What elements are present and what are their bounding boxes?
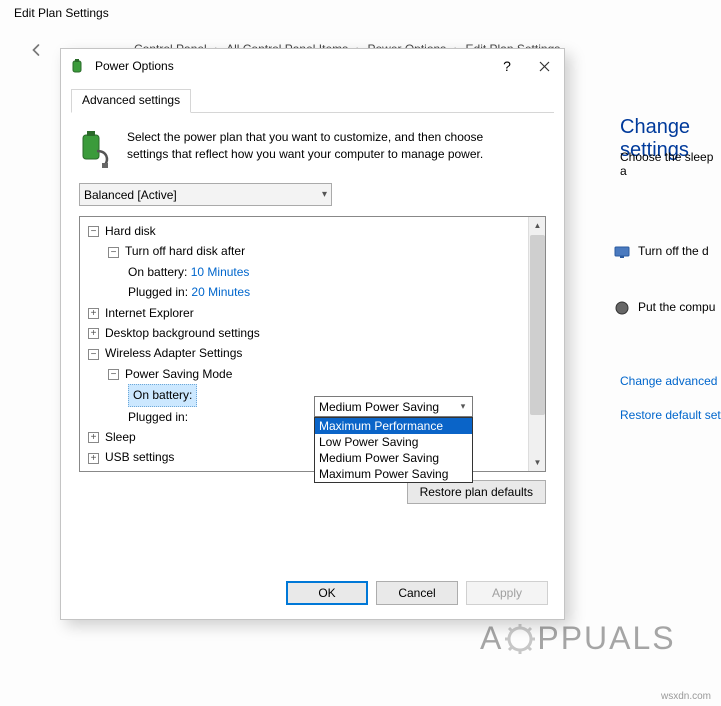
tree-label: Hard disk (105, 224, 156, 238)
setting-row-display: Turn off the d (638, 244, 709, 258)
cancel-button[interactable]: Cancel (376, 581, 458, 605)
restore-defaults-link[interactable]: Restore default set (620, 408, 721, 422)
dropdown-value: Medium Power Saving (319, 400, 439, 414)
tree-value-on-battery[interactable]: On battery: 10 Minutes (84, 262, 524, 282)
expand-icon[interactable]: + (88, 453, 99, 464)
gear-icon (503, 622, 537, 656)
tab-strip: Advanced settings (71, 89, 554, 113)
change-advanced-link[interactable]: Change advanced (620, 374, 717, 388)
plan-select[interactable]: Balanced [Active] ▾ (79, 183, 332, 206)
close-button[interactable] (524, 52, 564, 80)
intro-text: Select the power plan that you want to c… (127, 129, 487, 169)
arrow-left-icon (26, 40, 46, 60)
plan-select-value: Balanced [Active] (84, 188, 177, 202)
tree-label: Internet Explorer (105, 306, 194, 320)
value-label: On battery: (128, 265, 187, 279)
apply-button: Apply (466, 581, 548, 605)
dialog-titlebar[interactable]: Power Options ? (61, 49, 564, 83)
tree-label: Wireless Adapter Settings (105, 346, 242, 360)
display-icon (614, 244, 630, 260)
tree-label: Desktop background settings (105, 326, 260, 340)
watermark: A PPUALS (480, 620, 676, 657)
tree-node-desktop-bg[interactable]: + Desktop background settings (84, 323, 524, 343)
collapse-icon[interactable]: − (88, 349, 99, 360)
psm-dropdown-list[interactable]: Maximum Performance Low Power Saving Med… (314, 417, 473, 483)
ok-button[interactable]: OK (286, 581, 368, 605)
restore-defaults-button[interactable]: Restore plan defaults (407, 480, 546, 504)
battery-plug-icon (79, 129, 113, 169)
expand-icon[interactable]: + (88, 308, 99, 319)
source-watermark: wsxdn.com (661, 691, 711, 702)
page-subtitle: Choose the sleep a (620, 150, 721, 178)
tree-label: USB settings (105, 450, 174, 464)
setting-row-sleep: Put the compu (638, 300, 715, 314)
expand-icon[interactable]: + (88, 328, 99, 339)
value-label: On battery: (133, 388, 192, 402)
battery-icon (69, 57, 87, 75)
help-button[interactable]: ? (490, 52, 524, 80)
chevron-down-icon: ▾ (454, 401, 472, 412)
tree-node-ie[interactable]: + Internet Explorer (84, 303, 524, 323)
value-label: Plugged in: (128, 410, 188, 424)
parent-window-title: Edit Plan Settings (14, 6, 109, 20)
back-button[interactable] (26, 40, 50, 64)
tree-scrollbar[interactable]: ▲ ▼ (528, 217, 545, 471)
psm-on-battery-dropdown[interactable]: Medium Power Saving ▾ (314, 396, 473, 417)
value-link[interactable]: 10 Minutes (191, 265, 250, 279)
scroll-thumb[interactable] (530, 235, 545, 415)
dropdown-option[interactable]: Low Power Saving (315, 434, 472, 450)
close-icon (539, 61, 550, 72)
tree-label: Turn off hard disk after (125, 244, 245, 258)
moon-icon (614, 300, 630, 316)
dialog-title: Power Options (95, 59, 174, 73)
tree-node-hard-disk[interactable]: −Hard disk (84, 221, 524, 241)
tree-node-power-saving-mode[interactable]: −Power Saving Mode (84, 364, 524, 384)
setting-row-label: Turn off the d (638, 244, 709, 258)
watermark-text: PPUALS (537, 620, 675, 657)
settings-tree: −Hard disk −Turn off hard disk after On … (79, 216, 546, 472)
tree-node-turn-off-disk[interactable]: −Turn off hard disk after (84, 241, 524, 261)
chevron-down-icon: ▾ (322, 189, 327, 200)
dropdown-option[interactable]: Maximum Performance (315, 418, 472, 434)
dropdown-option[interactable]: Maximum Power Saving (315, 466, 472, 482)
value-label: Plugged in: (128, 285, 188, 299)
scroll-down-icon[interactable]: ▼ (529, 454, 546, 471)
collapse-icon[interactable]: − (108, 369, 119, 380)
power-options-dialog: Power Options ? Advanced settings Select… (60, 48, 565, 620)
tree-value-plugged-in[interactable]: Plugged in: 20 Minutes (84, 282, 524, 302)
dropdown-option[interactable]: Medium Power Saving (315, 450, 472, 466)
tree-node-wireless[interactable]: −Wireless Adapter Settings (84, 343, 524, 363)
tree-label: Sleep (105, 430, 136, 444)
expand-icon[interactable]: + (88, 432, 99, 443)
value-link[interactable]: 20 Minutes (191, 285, 250, 299)
collapse-icon[interactable]: − (88, 226, 99, 237)
tree-label: Power Saving Mode (125, 367, 232, 381)
scroll-up-icon[interactable]: ▲ (529, 217, 546, 234)
setting-row-label: Put the compu (638, 300, 715, 314)
collapse-icon[interactable]: − (108, 247, 119, 258)
tab-advanced-settings[interactable]: Advanced settings (71, 89, 191, 113)
